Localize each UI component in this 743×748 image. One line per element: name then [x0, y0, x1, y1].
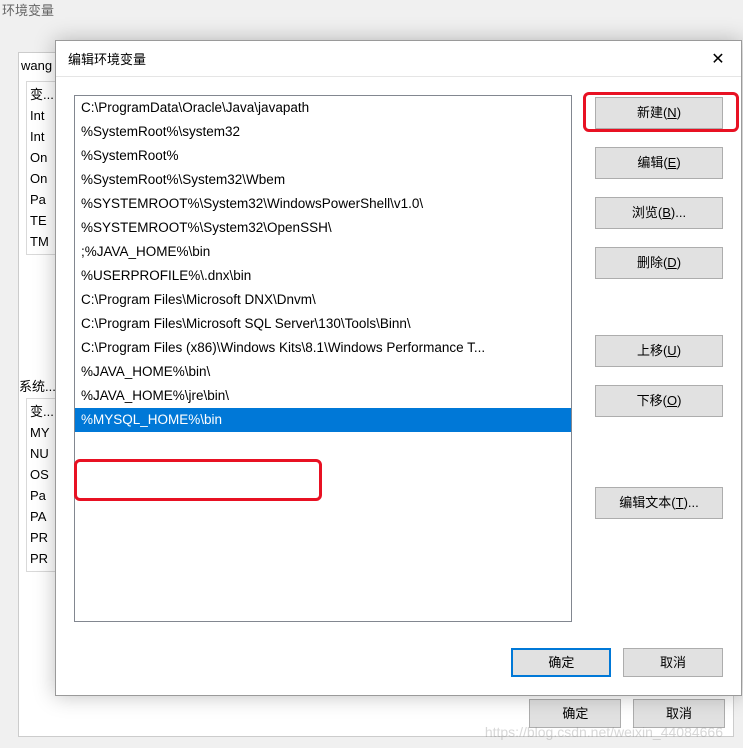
env-var-parent-title: 环境变量: [2, 0, 54, 19]
inner-titlebar: 编辑环境变量 ✕: [56, 41, 741, 77]
path-item[interactable]: %JAVA_HOME%\jre\bin\: [75, 384, 571, 408]
sys-vars-label: 系统...: [19, 376, 56, 395]
path-item[interactable]: C:\Program Files\Microsoft DNX\Dnvm\: [75, 288, 571, 312]
inner-ok-button[interactable]: 确定: [511, 648, 611, 677]
path-item[interactable]: %SystemRoot%: [75, 144, 571, 168]
path-item[interactable]: C:\Program Files\Microsoft SQL Server\13…: [75, 312, 571, 336]
edit-text-button[interactable]: 编辑文本(T)...: [595, 487, 723, 519]
edit-env-var-dialog: 编辑环境变量 ✕ C:\ProgramData\Oracle\Java\java…: [55, 40, 742, 696]
move-down-button[interactable]: 下移(O): [595, 385, 723, 417]
close-button[interactable]: ✕: [695, 41, 741, 77]
new-button[interactable]: 新建(N): [595, 97, 723, 129]
side-button-column: 新建(N) 编辑(E) 浏览(B)... 删除(D) 上移(U) 下移(O) 编…: [595, 97, 723, 537]
user-vars-label: wang: [21, 58, 52, 73]
path-item[interactable]: %SystemRoot%\system32: [75, 120, 571, 144]
path-item[interactable]: ;%JAVA_HOME%\bin: [75, 240, 571, 264]
path-item[interactable]: %USERPROFILE%\.dnx\bin: [75, 264, 571, 288]
path-item[interactable]: %SYSTEMROOT%\System32\OpenSSH\: [75, 216, 571, 240]
close-icon: ✕: [711, 49, 724, 69]
inner-button-row: 确定 取消: [503, 648, 723, 677]
inner-title: 编辑环境变量: [68, 49, 146, 68]
move-up-button[interactable]: 上移(U): [595, 335, 723, 367]
path-list[interactable]: C:\ProgramData\Oracle\Java\javapath %Sys…: [74, 95, 572, 622]
edit-button[interactable]: 编辑(E): [595, 147, 723, 179]
browse-button[interactable]: 浏览(B)...: [595, 197, 723, 229]
inner-body: C:\ProgramData\Oracle\Java\javapath %Sys…: [56, 77, 741, 695]
path-item[interactable]: %JAVA_HOME%\bin\: [75, 360, 571, 384]
path-item[interactable]: C:\Program Files (x86)\Windows Kits\8.1\…: [75, 336, 571, 360]
delete-button[interactable]: 删除(D): [595, 247, 723, 279]
watermark-text: https://blog.csdn.net/weixin_44084666: [485, 724, 723, 740]
path-item[interactable]: %SYSTEMROOT%\System32\WindowsPowerShell\…: [75, 192, 571, 216]
path-item[interactable]: %SystemRoot%\System32\Wbem: [75, 168, 571, 192]
path-item[interactable]: C:\ProgramData\Oracle\Java\javapath: [75, 96, 571, 120]
inner-cancel-button[interactable]: 取消: [623, 648, 723, 677]
path-item-selected[interactable]: %MYSQL_HOME%\bin: [75, 408, 571, 432]
